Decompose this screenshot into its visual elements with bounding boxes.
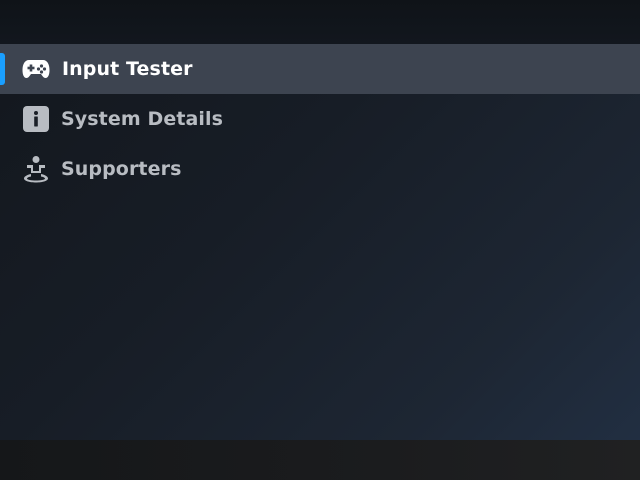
menu-item-supporters[interactable]: Supporters (0, 144, 640, 194)
menu-item-system-details[interactable]: System Details (0, 94, 640, 144)
menu-item-label: System Details (61, 108, 224, 130)
menu-item-input-tester[interactable]: Input Tester (0, 44, 640, 94)
screen: Input Tester System Details Supporters (0, 0, 640, 480)
gamepad-icon (22, 56, 50, 82)
person-icon (22, 156, 50, 183)
menu-item-label: Input Tester (62, 58, 193, 80)
header-band (0, 0, 640, 44)
side-menu: Input Tester System Details Supporters (0, 44, 640, 194)
menu-item-label: Supporters (61, 158, 182, 180)
selection-indicator (0, 53, 5, 85)
info-icon (22, 106, 50, 132)
bottom-bar (0, 440, 640, 480)
